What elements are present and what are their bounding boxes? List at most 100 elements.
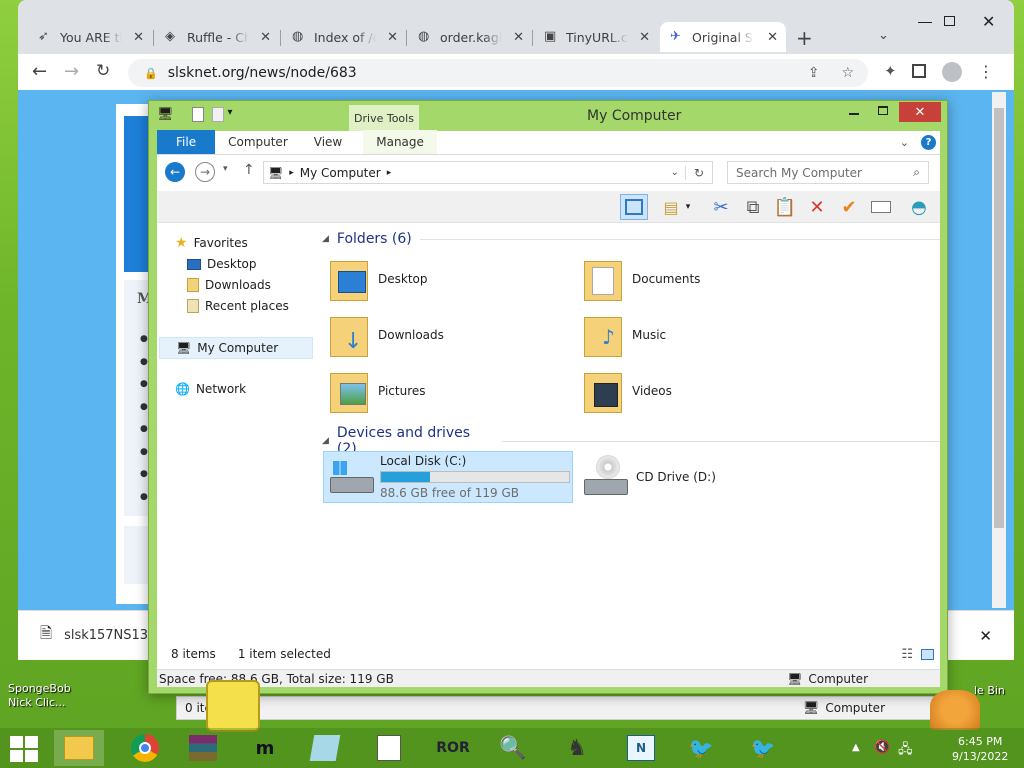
extensions-icon[interactable]: ✦ <box>884 62 897 80</box>
nav-desktop[interactable]: Desktop <box>187 254 257 274</box>
nav-network[interactable]: 🌐 Network <box>175 379 246 399</box>
back-icon[interactable]: ← <box>32 61 47 82</box>
spongebob-icon <box>206 680 260 732</box>
start-button[interactable] <box>10 736 38 762</box>
minimize-button[interactable] <box>849 113 859 115</box>
shell-icon[interactable]: ◓ <box>905 194 933 220</box>
folder-downloads[interactable]: ↓ Downloads <box>330 313 444 357</box>
menu-kebab-icon[interactable]: ⋮ <box>978 62 994 81</box>
nav-downloads[interactable]: Downloads <box>187 275 271 295</box>
recent-locations-chevron-icon[interactable]: ▾ <box>223 164 228 174</box>
folder-desktop[interactable]: Desktop <box>330 257 428 301</box>
preview-pane-icon[interactable] <box>620 194 648 220</box>
tab-computer[interactable]: Computer <box>215 130 301 154</box>
details-view-icon[interactable]: ☷ <box>901 647 913 662</box>
browser-tab[interactable]: ▣ TinyURL.co ✕ <box>534 22 658 52</box>
recycle-bin-label[interactable]: le Bin <box>974 684 1005 697</box>
taskbar-n-app-icon[interactable]: N <box>616 730 666 766</box>
taskbar-chess-icon[interactable]: ♞ <box>552 730 602 766</box>
browser-tab[interactable]: ➶ You ARE the ✕ <box>28 22 152 52</box>
desktop-icon-label-spongebob[interactable]: SpongeBob Nick Clic... <box>8 682 71 710</box>
help-icon[interactable]: ? <box>921 135 936 150</box>
contextual-tab-drive-tools[interactable]: Drive Tools <box>349 105 419 131</box>
reload-icon[interactable]: ↻ <box>96 61 110 81</box>
volume-muted-icon[interactable]: 🔇 <box>874 740 890 755</box>
close-download-bar-icon[interactable]: ✕ <box>979 627 992 645</box>
browser-tab[interactable]: ◈ Ruffle - Che ✕ <box>155 22 279 52</box>
folder-documents[interactable]: Documents <box>584 257 700 301</box>
properties-icon[interactable] <box>191 107 204 122</box>
nav-my-computer[interactable]: 🖥 My Computer <box>159 337 313 359</box>
close-tab-icon[interactable]: ✕ <box>513 30 524 45</box>
browser-tab[interactable]: ✈ Original So ✕ <box>660 22 786 52</box>
page-scrollbar[interactable] <box>992 92 1006 608</box>
copy-icon[interactable]: ⧉ <box>739 194 767 220</box>
forward-button[interactable]: → <box>195 162 215 182</box>
forward-icon[interactable]: → <box>64 61 79 82</box>
breadcrumb-my-computer[interactable]: My Computer <box>300 166 381 180</box>
maximize-button[interactable] <box>944 16 955 26</box>
minimize-button[interactable] <box>918 22 932 23</box>
folder-pictures[interactable]: Pictures <box>330 369 426 413</box>
address-bar[interactable]: 🔒 slsknet.org/news/node/683 ⇪ ☆ <box>128 59 868 87</box>
paste-icon[interactable]: 📋 <box>771 194 799 220</box>
tab-view[interactable]: View <box>301 130 355 154</box>
search-box[interactable]: Search My Computer ⌕ <box>727 161 929 184</box>
new-tab-button[interactable]: + <box>796 26 813 50</box>
dropdown-arrow-icon[interactable]: ▾ <box>681 194 695 220</box>
address-dropdown-icon[interactable]: ⌄ <box>671 167 679 178</box>
customize-qat-icon[interactable]: ▾ <box>228 107 233 122</box>
drive-local-disk-c[interactable]: Local Disk (C:) 88.6 GB free of 119 GB <box>323 451 573 503</box>
close-tab-icon[interactable]: ✕ <box>133 30 144 45</box>
checkmark-icon[interactable]: ✔ <box>835 194 863 220</box>
taskbar-mpc-icon[interactable]: m <box>240 730 290 766</box>
close-button[interactable]: ✕ <box>899 102 941 122</box>
folder-videos[interactable]: Videos <box>584 369 672 413</box>
group-header-folders[interactable]: ◢ Folders (6) <box>322 231 940 247</box>
taskbar-notepad-icon[interactable] <box>364 730 414 766</box>
delete-icon[interactable]: ✕ <box>803 194 831 220</box>
folder-label: Music <box>632 328 667 342</box>
taskbar-notes-icon[interactable] <box>300 730 350 766</box>
expand-ribbon-icon[interactable]: ⌄ <box>900 136 909 149</box>
rename-icon[interactable] <box>867 194 895 220</box>
side-panel-icon[interactable] <box>912 64 926 78</box>
clock[interactable]: 6:45 PM 9/13/2022 <box>952 734 1008 764</box>
folder-music[interactable]: ♪ Music <box>584 313 666 357</box>
tab-manage[interactable]: Manage <box>363 130 437 154</box>
taskbar-soulseek-icon[interactable]: 🐦 <box>738 730 788 766</box>
downloads-icon <box>187 278 199 292</box>
refresh-icon[interactable]: ↻ <box>684 165 712 180</box>
maximize-button[interactable] <box>878 106 888 115</box>
drive-cd-d[interactable]: CD Drive (D:) <box>584 455 716 499</box>
close-tab-icon[interactable]: ✕ <box>767 30 778 45</box>
taskbar-winrar-icon[interactable] <box>178 730 228 766</box>
taskbar-magnifier-icon[interactable]: 🔍 <box>488 730 538 766</box>
close-tab-icon[interactable]: ✕ <box>639 30 650 45</box>
close-tab-icon[interactable]: ✕ <box>387 30 398 45</box>
tab-file[interactable]: File <box>157 130 216 154</box>
taskbar-chrome-icon[interactable] <box>120 730 170 766</box>
network-status-icon[interactable]: 🖧 <box>898 740 913 762</box>
close-window-button[interactable]: ✕ <box>982 12 995 31</box>
new-folder-icon[interactable] <box>211 107 224 122</box>
browser-tab[interactable]: ◍ order.kagi.c ✕ <box>408 22 532 52</box>
scroll-thumb[interactable] <box>994 108 1004 528</box>
taskbar-bird-app-icon[interactable]: 🐦 <box>676 730 726 766</box>
nav-recent-places[interactable]: Recent places <box>187 296 289 316</box>
cut-icon[interactable]: ✂ <box>707 194 735 220</box>
back-button[interactable]: ← <box>165 162 185 182</box>
up-arrow-icon[interactable]: ↑ <box>243 162 255 178</box>
large-icons-view-icon[interactable] <box>921 648 934 660</box>
share-icon[interactable]: ⇪ <box>808 65 820 81</box>
breadcrumb[interactable]: 🖥 ▸ My Computer ▸ ⌄ ↻ <box>263 161 713 184</box>
profile-avatar[interactable] <box>942 62 962 82</box>
close-tab-icon[interactable]: ✕ <box>260 30 271 45</box>
browser-tab[interactable]: ◍ Index of /cl ✕ <box>282 22 406 52</box>
show-hidden-icons-chevron[interactable]: ▲ <box>852 742 860 753</box>
bookmark-star-icon[interactable]: ☆ <box>841 65 854 81</box>
tab-search-chevron-icon[interactable]: ⌄ <box>878 28 889 43</box>
taskbar-ror-icon[interactable]: ROR <box>428 730 478 766</box>
nav-favorites[interactable]: ★ Favorites <box>175 233 248 253</box>
taskbar-file-explorer-icon[interactable] <box>54 730 104 766</box>
